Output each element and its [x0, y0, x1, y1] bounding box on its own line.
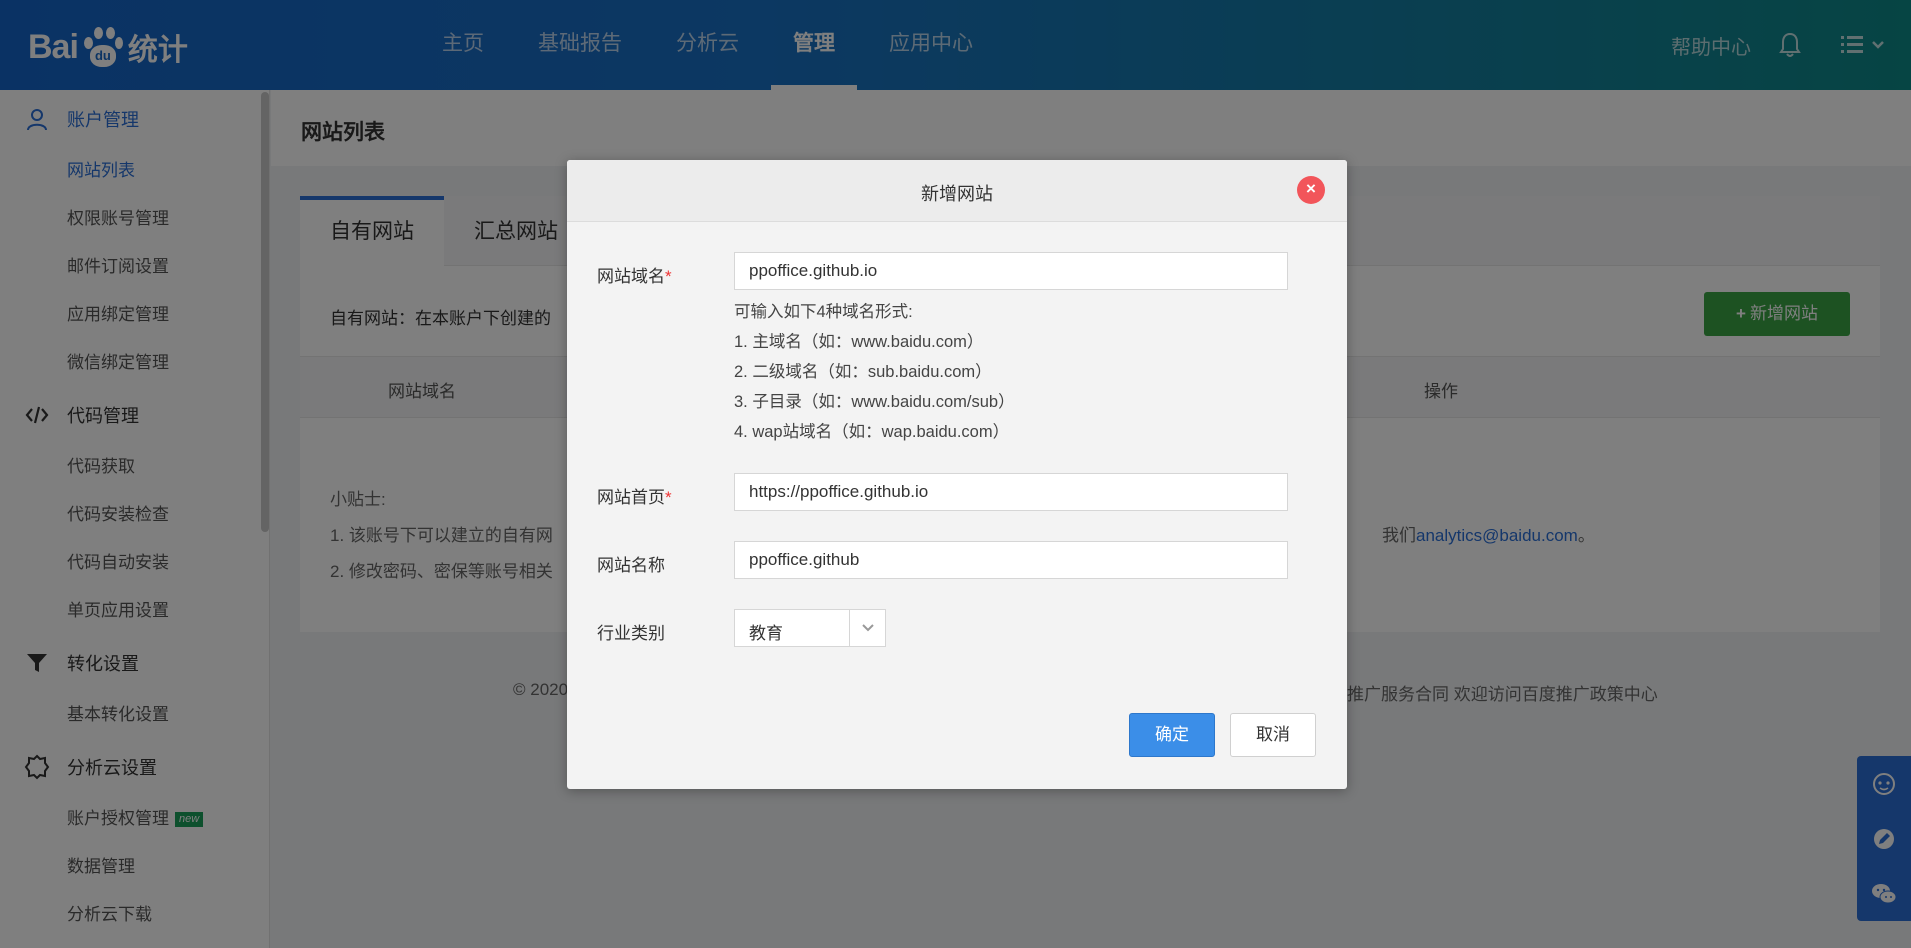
homepage-row: 网站首页* https://ppoffice.github.io	[597, 473, 1317, 513]
dialog-title: 新增网站	[921, 184, 993, 204]
domain-label-text: 网站域名	[597, 267, 665, 286]
industry-label: 行业类别	[597, 624, 665, 643]
hint-line: 2. 二级域名（如：sub.baidu.com）	[734, 363, 992, 381]
required-mark: *	[665, 267, 672, 286]
hint-line: 1. 主域名（如：www.baidu.com）	[734, 333, 984, 351]
add-site-dialog: 新增网站 × 网站域名* ppoffice.github.io 可输入如下4种域…	[567, 160, 1347, 789]
industry-select[interactable]: 教育	[734, 609, 886, 647]
domain-hint: 可输入如下4种域名形式: 1. 主域名（如：www.baidu.com） 2. …	[734, 297, 1015, 447]
domain-row: 网站域名* ppoffice.github.io 可输入如下4种域名形式: 1.…	[597, 252, 1317, 452]
dialog-header: 新增网站 ×	[567, 160, 1347, 222]
domain-input[interactable]: ppoffice.github.io	[734, 252, 1288, 290]
homepage-label: 网站首页*	[597, 483, 697, 508]
industry-value: 教育	[749, 624, 783, 643]
site-name-label: 网站名称	[597, 556, 665, 575]
chevron-down-icon[interactable]	[849, 610, 885, 646]
hint-line: 4. wap站域名（如：wap.baidu.com）	[734, 423, 1010, 441]
domain-label: 网站域名*	[597, 262, 697, 287]
hint-line: 3. 子目录（如：www.baidu.com/sub）	[734, 393, 1015, 411]
homepage-label-text: 网站首页	[597, 488, 665, 507]
site-name-input[interactable]: ppoffice.github	[734, 541, 1288, 579]
hint-line: 可输入如下4种域名形式:	[734, 303, 913, 321]
required-mark: *	[665, 488, 672, 507]
close-icon[interactable]: ×	[1297, 176, 1325, 204]
homepage-input[interactable]: https://ppoffice.github.io	[734, 473, 1288, 511]
site-name-row: 网站名称 ppoffice.github	[597, 541, 1317, 581]
industry-row: 行业类别 教育	[597, 609, 1317, 649]
confirm-button[interactable]: 确定	[1129, 713, 1215, 757]
cancel-button[interactable]: 取消	[1230, 713, 1316, 757]
